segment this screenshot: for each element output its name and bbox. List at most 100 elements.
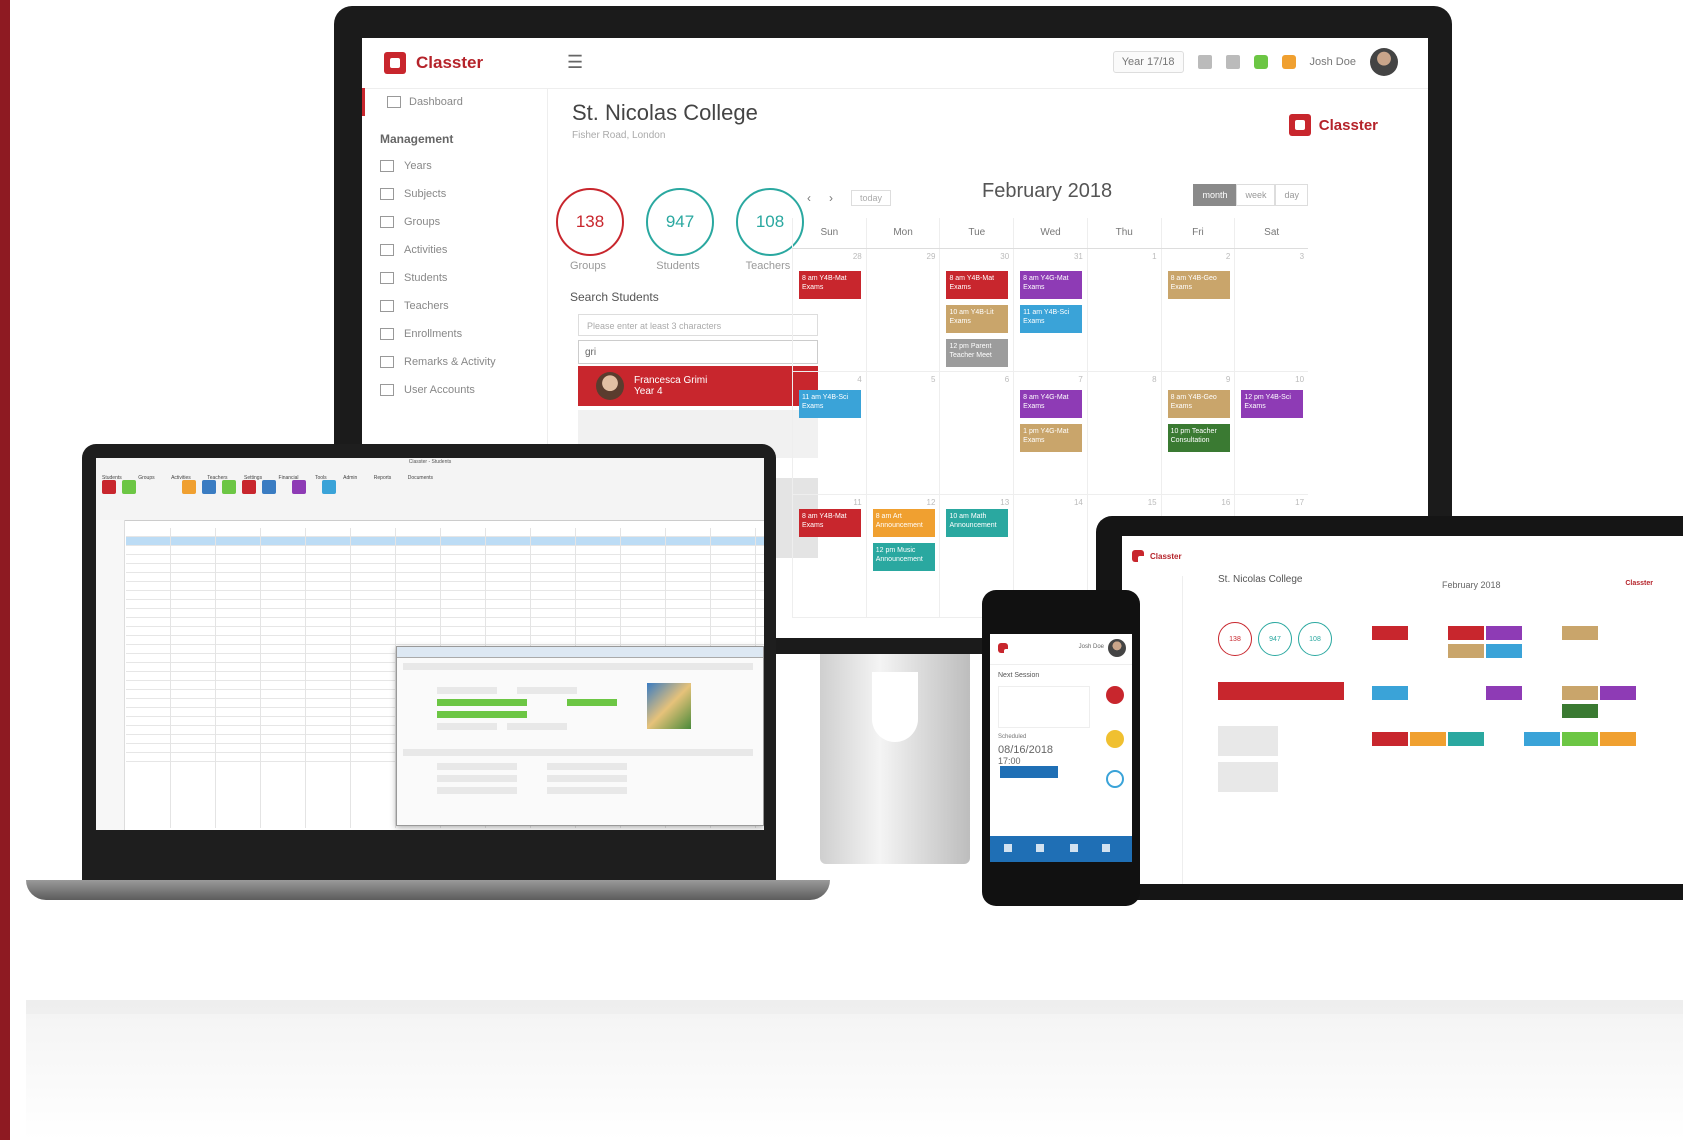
dialog-field[interactable] <box>507 723 567 730</box>
app-logo[interactable]: Classter <box>384 52 483 74</box>
calendar-event[interactable]: 1 pm Y4G-Mat Exams <box>1020 424 1083 452</box>
chevron-left-icon[interactable]: ‹ <box>807 191 811 205</box>
avatar[interactable] <box>1370 48 1398 76</box>
tablet-search-result[interactable] <box>1218 682 1344 700</box>
tablet-calendar-event[interactable] <box>1410 732 1446 746</box>
calendar-icon[interactable] <box>1197 55 1212 69</box>
calendar-day-cell[interactable]: 29 <box>865 249 940 371</box>
sidebar-item-user-accounts[interactable]: User Accounts <box>362 376 547 404</box>
dialog-field[interactable] <box>547 787 627 794</box>
tablet-calendar-event[interactable] <box>1562 686 1598 700</box>
calendar-icon[interactable] <box>1036 844 1044 852</box>
calendar-day-cell[interactable]: 8 <box>1086 372 1161 494</box>
sidebar-item-enrollments[interactable]: Enrollments <box>362 320 547 348</box>
tablet-logo[interactable]: Classter <box>1132 550 1182 566</box>
tablet-calendar-event[interactable] <box>1448 732 1484 746</box>
calendar-day-cell[interactable]: 9 8 am Y4B-Geo Exams 10 pm Teacher Consu… <box>1160 372 1235 494</box>
calendar-day-cell[interactable]: 7 8 am Y4G-Mat Exams 1 pm Y4G-Mat Exams <box>1013 372 1087 494</box>
calendar-event[interactable]: 8 am Y4B-Geo Exams <box>1167 271 1230 299</box>
dialog-field-highlight[interactable] <box>567 699 617 706</box>
today-button[interactable]: today <box>851 190 892 206</box>
phone-grade-icon[interactable] <box>1106 730 1124 748</box>
calendar-event[interactable]: 8 am Y4B-Mat Exams <box>946 271 1009 299</box>
ribbon-tab[interactable]: Admin <box>337 473 363 483</box>
calendar-event[interactable]: 11 am Y4B-Sci Exams <box>1020 305 1083 333</box>
calendar-day-cell[interactable]: 6 <box>939 372 1013 494</box>
view-day-button[interactable]: day <box>1275 184 1308 206</box>
calendar-day-cell[interactable]: 3 <box>1234 249 1308 371</box>
sidebar-item-activities[interactable]: Activities <box>362 236 547 264</box>
phone-action-button[interactable] <box>1000 766 1058 778</box>
ribbon-action-icon[interactable] <box>102 480 116 494</box>
dialog-field-highlight[interactable] <box>437 711 527 718</box>
calendar-day-cell[interactable]: 11 8 am Y4B-Mat Exams <box>792 495 866 617</box>
phone-session-card[interactable] <box>998 686 1090 728</box>
tablet-calendar-event[interactable] <box>1486 686 1522 700</box>
ribbon-action-icon[interactable] <box>222 480 236 494</box>
tablet-calendar-event[interactable] <box>1524 732 1560 746</box>
calendar-event[interactable]: 12 pm Y4B-Sci Exams <box>1241 390 1304 418</box>
more-icon[interactable] <box>1102 844 1110 852</box>
calendar-event[interactable]: 8 am Y4B-Geo Exams <box>1167 390 1230 418</box>
phone-alert-icon[interactable] <box>1106 686 1124 704</box>
calendar-event[interactable]: 12 pm Music Announcement <box>872 543 935 571</box>
dialog-field[interactable] <box>547 775 627 782</box>
language-icon[interactable] <box>1225 55 1240 69</box>
stat-groups-circle[interactable]: 138 <box>556 188 624 256</box>
sidebar-item-years[interactable]: Years <box>362 152 547 180</box>
tablet-calendar-event[interactable] <box>1448 626 1484 640</box>
dialog-field[interactable] <box>437 763 517 770</box>
search-result-item[interactable]: Francesca Grimi Year 4 <box>578 366 818 406</box>
student-details-dialog[interactable] <box>396 646 764 826</box>
sidebar-item-dashboard[interactable]: Dashboard <box>362 88 547 116</box>
calendar-day-cell[interactable]: 30 8 am Y4B-Mat Exams 10 am Y4B-Lit Exam… <box>939 249 1013 371</box>
calendar-day-cell[interactable]: 5 <box>865 372 940 494</box>
ribbon-action-icon[interactable] <box>242 480 256 494</box>
ribbon-action-icon[interactable] <box>292 480 306 494</box>
calendar-day-cell[interactable]: 28 8 am Y4B-Mat Exams <box>792 249 866 371</box>
messages-icon[interactable] <box>1253 55 1268 69</box>
tablet-calendar-event[interactable] <box>1600 732 1636 746</box>
messages-icon[interactable] <box>1070 844 1078 852</box>
calendar-event[interactable]: 12 pm Parent Teacher Meet <box>946 339 1009 367</box>
year-select[interactable]: Year 17/18 <box>1112 51 1184 73</box>
calendar-day-cell[interactable]: 31 8 am Y4G-Mat Exams 11 am Y4B-Sci Exam… <box>1013 249 1087 371</box>
sidebar-item-groups[interactable]: Groups <box>362 208 547 236</box>
tablet-calendar-event[interactable] <box>1372 686 1408 700</box>
calendar-event[interactable]: 11 am Y4B-Sci Exams <box>799 390 861 418</box>
ribbon-action-icon[interactable] <box>122 480 136 494</box>
tablet-calendar-event[interactable] <box>1486 644 1522 658</box>
ribbon-tab[interactable]: Documents <box>402 473 439 483</box>
ribbon-action-icon[interactable] <box>262 480 276 494</box>
home-icon[interactable] <box>1004 844 1012 852</box>
sidebar-item-subjects[interactable]: Subjects <box>362 180 547 208</box>
ribbon-action-icon[interactable] <box>322 480 336 494</box>
tablet-calendar-event[interactable] <box>1372 626 1408 640</box>
calendar-event[interactable]: 8 am Art Announcement <box>872 509 935 537</box>
tablet-calendar-event[interactable] <box>1600 686 1636 700</box>
dialog-field[interactable] <box>437 775 517 782</box>
ribbon-tab[interactable]: Groups <box>132 473 160 483</box>
tablet-calendar-event[interactable] <box>1562 732 1598 746</box>
calendar-day-cell[interactable]: 12 8 am Art Announcement 12 pm Music Ann… <box>865 495 940 617</box>
tablet-stat-students[interactable]: 947 <box>1258 622 1292 656</box>
calendar-event[interactable]: 8 am Y4G-Mat Exams <box>1020 390 1083 418</box>
calendar-event[interactable]: 10 am Math Announcement <box>946 509 1009 537</box>
calendar-day-cell[interactable]: 2 8 am Y4B-Geo Exams <box>1160 249 1235 371</box>
sidebar-item-teachers[interactable]: Teachers <box>362 292 547 320</box>
view-week-button[interactable]: week <box>1236 184 1276 206</box>
calendar-event[interactable]: 10 am Y4B-Lit Exams <box>946 305 1009 333</box>
notifications-icon[interactable] <box>1281 55 1296 69</box>
ribbon-tab[interactable]: Reports <box>368 473 398 483</box>
search-input[interactable]: gri <box>578 340 818 364</box>
calendar-event[interactable]: 10 pm Teacher Consultation <box>1167 424 1230 452</box>
calendar-event[interactable]: 8 am Y4G-Mat Exams <box>1020 271 1083 299</box>
menu-toggle-icon[interactable]: ☰ <box>567 52 583 73</box>
avatar[interactable] <box>1108 639 1126 657</box>
stat-students-circle[interactable]: 947 <box>646 188 714 256</box>
dialog-field[interactable] <box>437 723 497 730</box>
ribbon-action-icon[interactable] <box>202 480 216 494</box>
tablet-quick-tile[interactable] <box>1218 762 1278 792</box>
calendar-day-cell[interactable]: 1 <box>1086 249 1161 371</box>
chevron-right-icon[interactable]: › <box>829 191 833 205</box>
